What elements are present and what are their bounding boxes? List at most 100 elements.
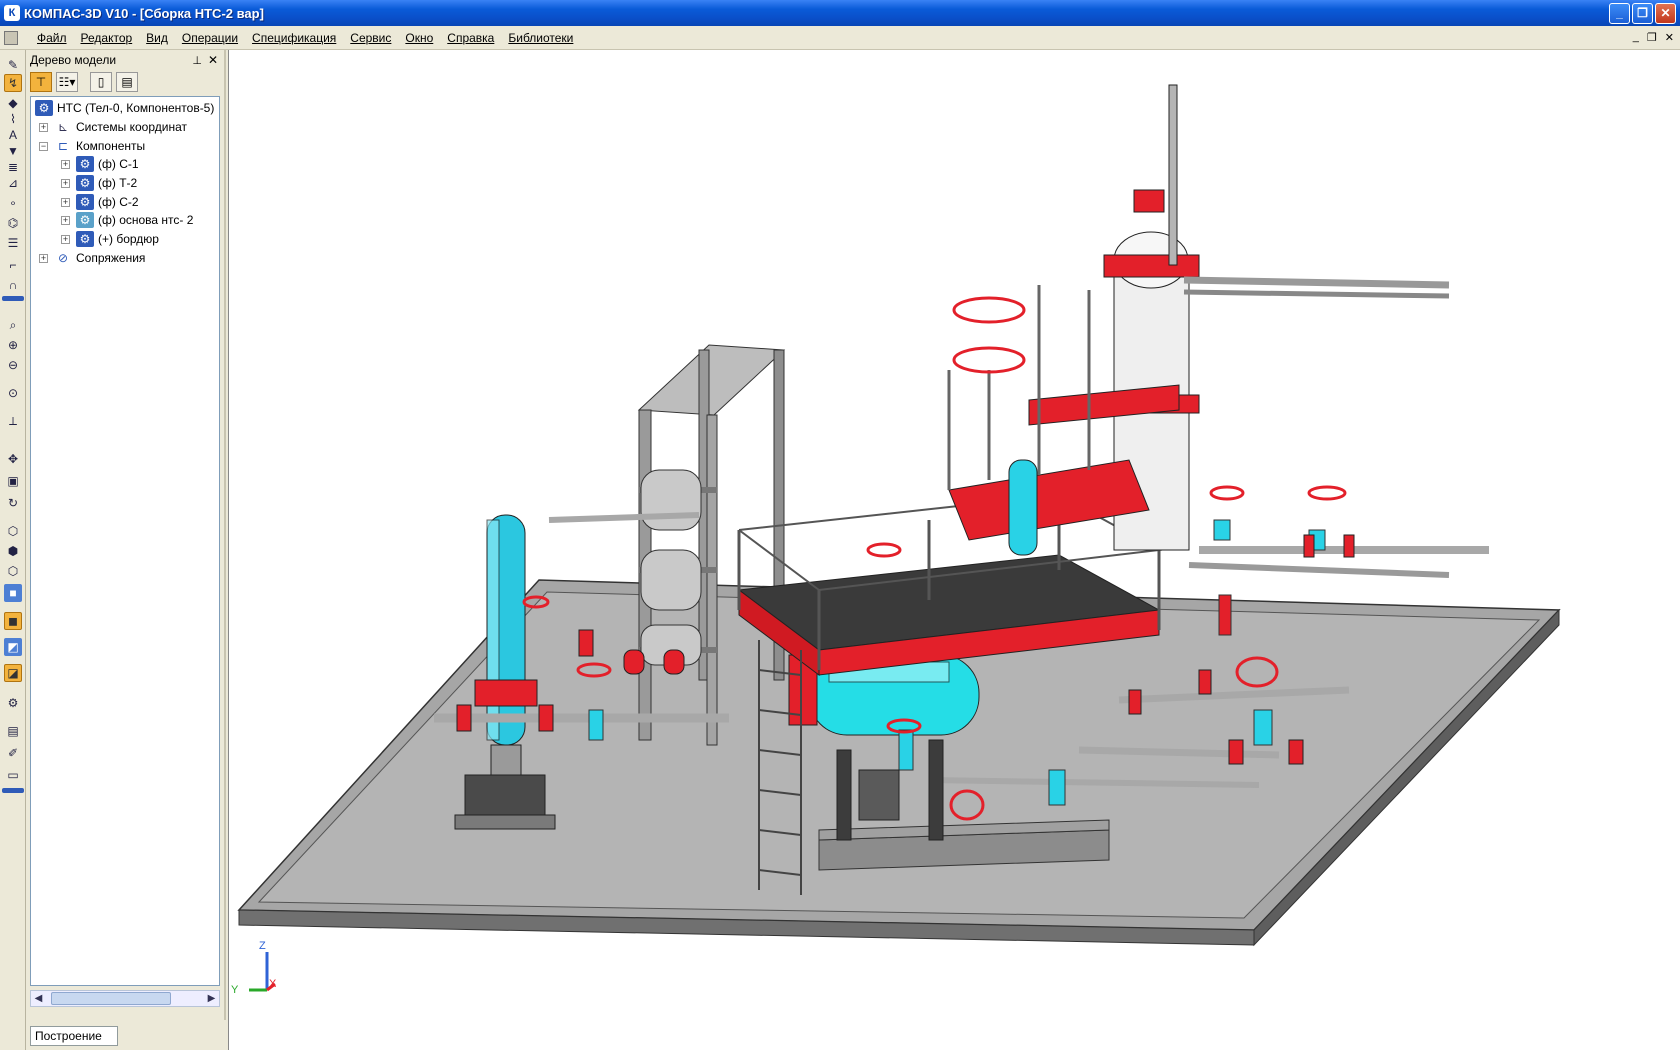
menu-bar: Файл Редактор Вид Операции Спецификация … — [0, 26, 1680, 50]
tree-item-c2[interactable]: + ⚙ (ф) С-2 — [61, 193, 139, 211]
close-button[interactable]: ✕ — [1655, 2, 1676, 24]
tree-structure-button[interactable]: ☷▾ — [56, 72, 78, 92]
3d-viewport[interactable]: Z Y X — [228, 50, 1680, 1050]
tree-horizontal-scrollbar[interactable]: ◀ ▶ — [30, 990, 220, 1007]
axis-x-label: X — [269, 978, 277, 990]
menu-operations[interactable]: Операции — [175, 31, 245, 45]
hidden-lines-icon[interactable]: ⬢ — [4, 542, 22, 560]
restore-button[interactable]: ❐ — [1632, 2, 1653, 24]
tree-item-t2[interactable]: + ⚙ (ф) Т-2 — [61, 174, 137, 192]
zoom-fit-icon[interactable]: ⊙ — [4, 384, 22, 402]
menu-editor[interactable]: Редактор — [74, 31, 140, 45]
part-component-icon: ⚙ — [76, 212, 94, 228]
pan-icon[interactable]: ✥ — [4, 450, 22, 468]
mdi-restore-icon[interactable]: ❐ — [1647, 31, 1657, 44]
assembly-component-icon: ⚙ — [76, 175, 94, 191]
mdi-close-icon[interactable]: ✕ — [1665, 31, 1674, 44]
collapse-icon[interactable]: − — [39, 141, 48, 151]
tree-root[interactable]: ⚙ НТС (Тел-0, Компонентов-5) — [35, 99, 214, 117]
axis-triad: Z Y X — [231, 940, 307, 1010]
scroll-thumb[interactable] — [51, 992, 171, 1005]
spec-object-icon[interactable]: ▤ — [4, 722, 22, 740]
loft-icon[interactable]: ☰ — [4, 234, 22, 252]
tree-item-coordinate-systems[interactable]: + ⊾ Системы координат — [39, 118, 187, 136]
pin-icon[interactable]: ⊥ — [192, 54, 202, 67]
assembly-component-icon: ⚙ — [76, 156, 94, 172]
tree-item-c1[interactable]: + ⚙ (ф) С-1 — [61, 155, 139, 173]
tree-view-button[interactable]: ⊤ — [30, 72, 52, 92]
assembly-icon[interactable]: ⚙ — [4, 694, 22, 712]
tab-construction[interactable]: Построение — [30, 1026, 118, 1046]
tree-item-label: (ф) основа нтс- 2 — [98, 213, 194, 227]
shaded-edges-icon[interactable]: ◼ — [4, 612, 22, 630]
tree-root-label: НТС (Тел-0, Компонентов-5) — [57, 101, 215, 115]
orient-icon[interactable]: ⟂ — [4, 412, 22, 430]
tree-item-label: Системы координат — [76, 120, 187, 134]
tree-panel-title: Дерево модели — [30, 53, 117, 67]
coordinate-system-icon: ⊾ — [57, 120, 69, 134]
menu-service[interactable]: Сервис — [343, 31, 398, 45]
model-tree: ⚙ НТС (Тел-0, Компонентов-5) + ⊾ Системы… — [30, 96, 220, 986]
toolbar-separator — [2, 296, 24, 301]
frame-icon[interactable]: ▣ — [4, 472, 22, 490]
document-icon[interactable] — [4, 30, 18, 45]
assembly-component-icon: ⚙ — [76, 194, 94, 210]
menu-libraries[interactable]: Библиотеки — [501, 31, 580, 45]
magnet-icon[interactable]: ∩ — [4, 276, 22, 294]
tree-item-border[interactable]: + ⚙ (+) бордюр — [61, 230, 159, 248]
edit-sketch-icon[interactable]: ✎ — [4, 56, 22, 74]
expand-icon[interactable]: + — [61, 178, 70, 188]
tree-item-label: (ф) С-1 — [98, 157, 139, 171]
menu-specification[interactable]: Спецификация — [245, 31, 343, 45]
pencil-icon[interactable]: ✐ — [4, 744, 22, 762]
fillet-icon[interactable]: ⌐ — [4, 256, 22, 274]
scroll-left-icon[interactable]: ◀ — [31, 991, 46, 1006]
expand-icon[interactable]: + — [61, 197, 70, 207]
assembly-component-icon: ⚙ — [76, 231, 94, 247]
tree-item-label: (+) бордюр — [98, 232, 159, 246]
model-tree-panel: Дерево модели ⊥ ✕ ⊤ ☷▾ ▯ ▤ ⚙ НТС (Тел-0,… — [26, 50, 226, 1020]
tree-item-components[interactable]: − ⊏ Компоненты — [39, 137, 145, 155]
expand-icon[interactable]: + — [61, 215, 70, 225]
tree-item-base[interactable]: + ⚙ (ф) основа нтс- 2 — [61, 211, 193, 229]
toolbar-separator — [2, 788, 24, 793]
tree-item-label: (ф) С-2 — [98, 195, 139, 209]
menu-view[interactable]: Вид — [139, 31, 175, 45]
wireframe-icon[interactable]: ⬡ — [4, 522, 22, 540]
rotate-icon[interactable]: ↻ — [4, 494, 22, 512]
scroll-right-icon[interactable]: ▶ — [204, 991, 219, 1006]
tree-props-button[interactable]: ▤ — [116, 72, 138, 92]
mate-paperclip-icon: ⊘ — [57, 251, 69, 265]
point-icon[interactable]: ∘ — [4, 194, 22, 212]
expand-icon[interactable]: + — [39, 122, 48, 132]
tree-doc-button[interactable]: ▯ — [90, 72, 112, 92]
surface-icon[interactable]: ⌬ — [4, 214, 22, 232]
minimize-button[interactable]: _ — [1609, 2, 1630, 24]
geometry-icon[interactable]: ↯ — [4, 74, 22, 92]
title-bar: К КОМПАС-3D V10 - [Сборка НТС-2 вар] _ ❐… — [0, 0, 1680, 26]
tree-item-mates[interactable]: + ⊘ Сопряжения — [39, 249, 145, 267]
expand-icon[interactable]: + — [61, 234, 70, 244]
perspective-icon[interactable]: ◩ — [4, 638, 22, 656]
mdi-minimize-icon[interactable]: _ — [1633, 31, 1639, 44]
menu-file[interactable]: Файл — [30, 31, 74, 45]
tree-item-label: Компоненты — [76, 139, 146, 153]
expand-icon[interactable]: + — [61, 159, 70, 169]
zoom-in-icon[interactable]: ⊕ — [4, 336, 22, 354]
section-icon[interactable]: ◪ — [4, 664, 22, 682]
menu-help[interactable]: Справка — [440, 31, 501, 45]
zoom-out-icon[interactable]: ⊖ — [4, 356, 22, 374]
expand-icon[interactable]: + — [39, 253, 48, 263]
kompas-app-icon[interactable]: К — [4, 5, 20, 21]
close-panel-icon[interactable]: ✕ — [208, 53, 218, 67]
zoom-icon[interactable]: ⌕ — [4, 316, 22, 334]
bottom-tab-bar: Построение — [26, 1020, 226, 1050]
thin-lines-icon[interactable]: ⬡ — [4, 562, 22, 580]
measure-icon[interactable]: ⊿ — [4, 174, 22, 192]
report-icon[interactable]: ▭ — [4, 766, 22, 784]
axis-z-label: Z — [259, 940, 266, 952]
tree-item-label: (ф) Т-2 — [98, 176, 138, 190]
tree-item-label: Сопряжения — [76, 251, 146, 265]
menu-window[interactable]: Окно — [398, 31, 440, 45]
shaded-icon[interactable]: ■ — [4, 584, 22, 602]
